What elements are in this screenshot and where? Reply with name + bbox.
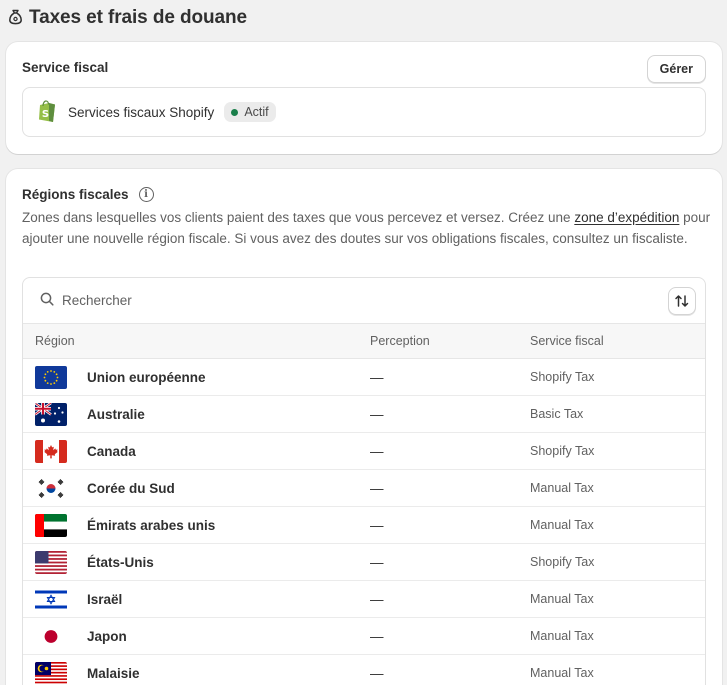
money-bag-icon <box>8 9 23 28</box>
tax-service-card: Service fiscal Gérer S Services fiscaux … <box>6 42 722 154</box>
israel-flag-icon <box>35 588 67 611</box>
regions-header: Régions fiscales i <box>22 187 154 202</box>
table-row[interactable]: Israël — Manual Tax <box>23 581 705 618</box>
table-row[interactable]: Japon — Manual Tax <box>23 618 705 655</box>
status-dot <box>231 108 239 116</box>
tax-service-value: Manual Tax <box>530 629 594 643</box>
perception-value: — <box>370 591 384 607</box>
table-row[interactable]: Malaisie — Manual Tax <box>23 655 705 685</box>
table-row[interactable]: Australie — Basic Tax <box>23 396 705 433</box>
south-korea-flag-icon <box>35 477 67 500</box>
region-name: Corée du Sud <box>87 480 175 496</box>
status-badge: Actif <box>224 102 276 122</box>
shopify-bag-icon: S <box>36 99 58 126</box>
sort-button[interactable] <box>668 287 696 315</box>
regions-table: Région Perception Service fiscal Union e… <box>22 277 706 685</box>
perception-value: — <box>370 517 384 533</box>
perception-value: — <box>370 480 384 496</box>
region-name: Émirats arabes unis <box>87 517 216 533</box>
tax-service-value: Shopify Tax <box>530 444 595 458</box>
tax-service-heading: Service fiscal <box>22 60 109 75</box>
table-row[interactable]: États-Unis — Shopify Tax <box>23 544 705 581</box>
malaysia-flag-icon <box>35 662 67 685</box>
column-tax-service[interactable]: Service fiscal <box>530 334 604 348</box>
perception-value: — <box>370 665 384 681</box>
perception-value: — <box>370 628 384 644</box>
perception-value: — <box>370 406 384 422</box>
usa-flag-icon <box>35 551 67 574</box>
perception-value: — <box>370 443 384 459</box>
region-name: Japon <box>87 628 127 644</box>
column-region[interactable]: Région <box>35 334 75 348</box>
info-icon[interactable]: i <box>138 187 154 202</box>
eu-flag-icon <box>35 366 67 389</box>
region-name: Malaisie <box>87 665 140 681</box>
australia-flag-icon <box>35 403 67 426</box>
tax-service-value: Basic Tax <box>530 407 584 421</box>
table-header: Région Perception Service fiscal <box>23 323 705 359</box>
table-row[interactable]: Émirats arabes unis — Manual Tax <box>23 507 705 544</box>
region-name: Australie <box>87 406 145 422</box>
tax-service-value: Manual Tax <box>530 592 594 606</box>
tax-service-value: Manual Tax <box>530 481 594 495</box>
page-title: Taxes et frais de douane <box>29 7 247 28</box>
search-icon <box>40 292 54 309</box>
regions-heading: Régions fiscales <box>22 187 129 202</box>
status-label: Actif <box>244 105 269 119</box>
uae-flag-icon <box>35 514 67 537</box>
search-input[interactable] <box>62 293 622 308</box>
svg-text:S: S <box>42 109 49 120</box>
perception-value: — <box>370 554 384 570</box>
canada-flag-icon <box>35 440 67 463</box>
tax-service-value: Manual Tax <box>530 518 594 532</box>
description-text: Zones dans lesquelles vos clients paient… <box>22 210 575 225</box>
tax-service-value: Manual Tax <box>530 666 594 680</box>
service-row: S Services fiscaux Shopify Actif <box>22 87 706 137</box>
shipping-zone-link[interactable]: zone d’expédition <box>574 210 679 225</box>
sort-arrows-icon <box>675 295 689 307</box>
manage-button[interactable]: Gérer <box>646 55 706 83</box>
japan-flag-icon <box>35 625 67 648</box>
tax-service-value: Shopify Tax <box>530 555 595 569</box>
search-bar <box>23 278 705 323</box>
regions-description: Zones dans lesquelles vos clients paient… <box>22 208 712 249</box>
table-row[interactable]: Union européenne — Shopify Tax <box>23 359 705 396</box>
page-header: Taxes et frais de douane <box>8 6 247 30</box>
column-perception[interactable]: Perception <box>370 334 430 348</box>
service-name: Services fiscaux Shopify <box>68 104 215 120</box>
region-name: États-Unis <box>87 554 154 570</box>
table-row[interactable]: Canada — Shopify Tax <box>23 433 705 470</box>
region-name: Union européenne <box>87 369 206 385</box>
tax-service-value: Shopify Tax <box>530 370 595 384</box>
region-name: Canada <box>87 443 136 459</box>
table-row[interactable]: Corée du Sud — Manual Tax <box>23 470 705 507</box>
region-name: Israël <box>87 591 123 607</box>
tax-regions-card: Régions fiscales i Zones dans lesquelles… <box>6 169 722 685</box>
perception-value: — <box>370 369 384 385</box>
